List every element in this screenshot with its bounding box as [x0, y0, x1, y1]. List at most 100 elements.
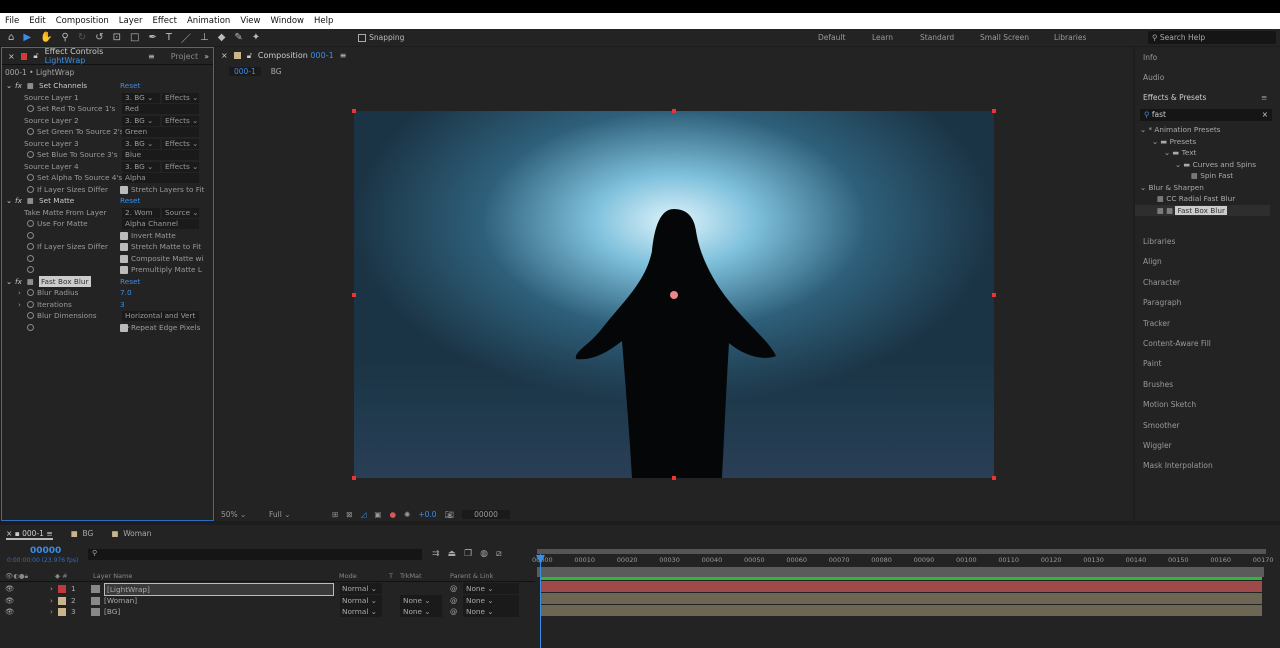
visibility-icon[interactable]: 👁︎: [5, 583, 14, 594]
trkmat-dropdown[interactable]: None ⌄: [400, 606, 442, 618]
reset-button[interactable]: Reset: [120, 276, 140, 288]
expand-chevron-icon[interactable]: ⌄: [6, 80, 12, 92]
tab-composition[interactable]: Composition 000-1: [258, 51, 334, 60]
tab-timeline-bg[interactable]: ■ BG: [71, 529, 94, 540]
workspace-standard[interactable]: Standard: [920, 33, 954, 42]
stopwatch-icon[interactable]: [27, 254, 34, 262]
zoom-tool-icon[interactable]: ⚲: [62, 32, 69, 43]
panel-brushes[interactable]: Brushes: [1143, 380, 1173, 389]
layer-row[interactable]: 👁︎ › 3 [BG] Normal ⌄ None ⌄ @ None ⌄: [0, 606, 535, 618]
menu-effect[interactable]: Effect: [153, 16, 177, 26]
checkbox[interactable]: [120, 185, 128, 194]
transform-handle[interactable]: [992, 293, 996, 297]
puppet-tool-icon[interactable]: ✦: [252, 32, 260, 43]
layer-dropdown[interactable]: 3. BG ⌄: [122, 161, 160, 172]
channel-dropdown[interactable]: Blue: [122, 150, 199, 160]
workspace-libraries[interactable]: Libraries: [1054, 33, 1086, 42]
col-layer-name[interactable]: Layer Name: [93, 571, 132, 582]
panel-paragraph[interactable]: Paragraph: [1143, 298, 1181, 307]
reset-button[interactable]: Reset: [120, 80, 140, 92]
channel-dropdown[interactable]: Green: [122, 127, 199, 137]
expand-chevron-icon[interactable]: ›: [50, 583, 53, 594]
fx-toggle-icon[interactable]: fx: [15, 80, 22, 92]
anchor-tool-icon[interactable]: ⊡: [113, 32, 121, 43]
resolution-dropdown[interactable]: Full ⌄: [269, 510, 324, 519]
menu-edit[interactable]: Edit: [29, 16, 45, 26]
lock-icon[interactable]: 🔓︎: [247, 51, 252, 61]
exposure-value[interactable]: +0.0: [418, 510, 436, 519]
stopwatch-icon[interactable]: [27, 289, 34, 296]
panel-motion-sketch[interactable]: Motion Sketch: [1143, 400, 1196, 409]
panel-effects-presets[interactable]: Effects & Presets: [1143, 93, 1206, 102]
tree-spin-fast[interactable]: ▦ Spin Fast: [1191, 171, 1233, 180]
effect-name[interactable]: Set Channels: [39, 80, 87, 92]
panel-content-aware-fill[interactable]: Content-Aware Fill: [1143, 339, 1211, 348]
snapshot-region-icon[interactable]: ⊞: [332, 510, 338, 519]
layer-bar-woman[interactable]: [540, 593, 1262, 604]
search-help-input[interactable]: ⚲ Search Help: [1148, 31, 1276, 44]
menu-layer[interactable]: Layer: [119, 16, 143, 26]
expand-chevron-icon[interactable]: ›: [18, 299, 21, 311]
stopwatch-icon[interactable]: [27, 312, 34, 319]
source-dropdown[interactable]: Effects ⌄: [162, 161, 199, 172]
panel-wiggler[interactable]: Wiggler: [1143, 441, 1172, 450]
source-dropdown[interactable]: Effects ⌄: [162, 138, 199, 149]
layer-bar-bg[interactable]: [540, 605, 1262, 616]
mode-dropdown[interactable]: Normal ⌄: [340, 606, 382, 618]
channel-dropdown[interactable]: Alpha: [122, 173, 199, 183]
parent-dropdown[interactable]: None ⌄: [463, 594, 519, 606]
type-tool-icon[interactable]: T: [166, 32, 172, 43]
pick-whip-icon[interactable]: @: [450, 595, 457, 606]
effect-name[interactable]: Fast Box Blur: [39, 275, 91, 287]
panel-smoother[interactable]: Smoother: [1143, 421, 1180, 430]
menu-animation[interactable]: Animation: [187, 16, 230, 26]
layer-name[interactable]: [Woman]: [104, 595, 137, 606]
visibility-icon[interactable]: 👁︎: [5, 595, 14, 606]
checkbox[interactable]: [120, 231, 128, 240]
stopwatch-icon[interactable]: [27, 174, 34, 181]
reset-button[interactable]: Reset: [120, 195, 140, 207]
work-area-bar[interactable]: [537, 549, 1266, 554]
lock-icon[interactable]: 🔓︎: [33, 51, 38, 61]
tab-timeline-woman[interactable]: ■ Woman: [111, 529, 151, 540]
label-color-swatch[interactable]: [58, 585, 66, 593]
draft-3d-icon[interactable]: ⏏: [448, 549, 457, 559]
workspace-small-screen[interactable]: Small Screen: [980, 33, 1029, 42]
blur-dimensions-dropdown[interactable]: Horizontal and Vert ⌄: [122, 311, 199, 330]
breadcrumb-bg[interactable]: BG: [271, 67, 282, 76]
expand-panels-icon[interactable]: »: [204, 52, 213, 61]
checkbox[interactable]: [120, 254, 128, 263]
rotate-tool-icon[interactable]: ↺: [95, 32, 103, 43]
mask-visibility-icon[interactable]: ◿: [361, 510, 367, 519]
menu-window[interactable]: Window: [270, 16, 304, 26]
panel-tracker[interactable]: Tracker: [1143, 319, 1170, 328]
stopwatch-icon[interactable]: [27, 151, 34, 158]
stopwatch-icon[interactable]: [27, 231, 34, 239]
expand-chevron-icon[interactable]: ›: [50, 595, 53, 606]
expand-chevron-icon[interactable]: ⌄: [6, 276, 12, 288]
brush-tool-icon[interactable]: ／: [181, 30, 191, 45]
graph-editor-icon[interactable]: ⧄: [496, 549, 502, 559]
stopwatch-icon[interactable]: [27, 128, 34, 135]
frame-blending-icon[interactable]: ❐: [464, 549, 472, 559]
parent-dropdown[interactable]: None ⌄: [463, 606, 519, 618]
layer-dropdown[interactable]: 3. BG ⌄: [122, 138, 160, 149]
comp-flowchart-icon[interactable]: ⇉: [432, 549, 440, 559]
transform-handle[interactable]: [672, 109, 676, 113]
menu-composition[interactable]: Composition: [56, 16, 109, 26]
hand-tool-icon[interactable]: ✋: [40, 32, 52, 43]
layer-bar-lightwrap[interactable]: [540, 581, 1262, 592]
mode-dropdown[interactable]: Normal ⌄: [340, 583, 382, 594]
tree-fast-box-blur[interactable]: ▦ ▦ Fast Box Blur: [1135, 205, 1270, 216]
stopwatch-icon[interactable]: [27, 105, 34, 112]
layer-row[interactable]: 👁︎ › 1 [LightWrap] Normal ⌄ @ None ⌄: [0, 583, 535, 596]
tab-timeline-000-1[interactable]: × ▪ 000-1 ≡: [6, 529, 53, 540]
use-for-matte-dropdown[interactable]: Alpha Channel: [122, 219, 199, 229]
panel-libraries[interactable]: Libraries: [1143, 237, 1175, 246]
pick-whip-icon[interactable]: @: [450, 583, 457, 594]
transform-handle[interactable]: [352, 109, 356, 113]
iterations-value[interactable]: 3: [120, 299, 125, 311]
source-dropdown[interactable]: Effects ⌄: [162, 92, 199, 103]
channel-dropdown[interactable]: Red: [122, 104, 199, 114]
orbit-tool-icon[interactable]: ↻: [78, 32, 86, 43]
